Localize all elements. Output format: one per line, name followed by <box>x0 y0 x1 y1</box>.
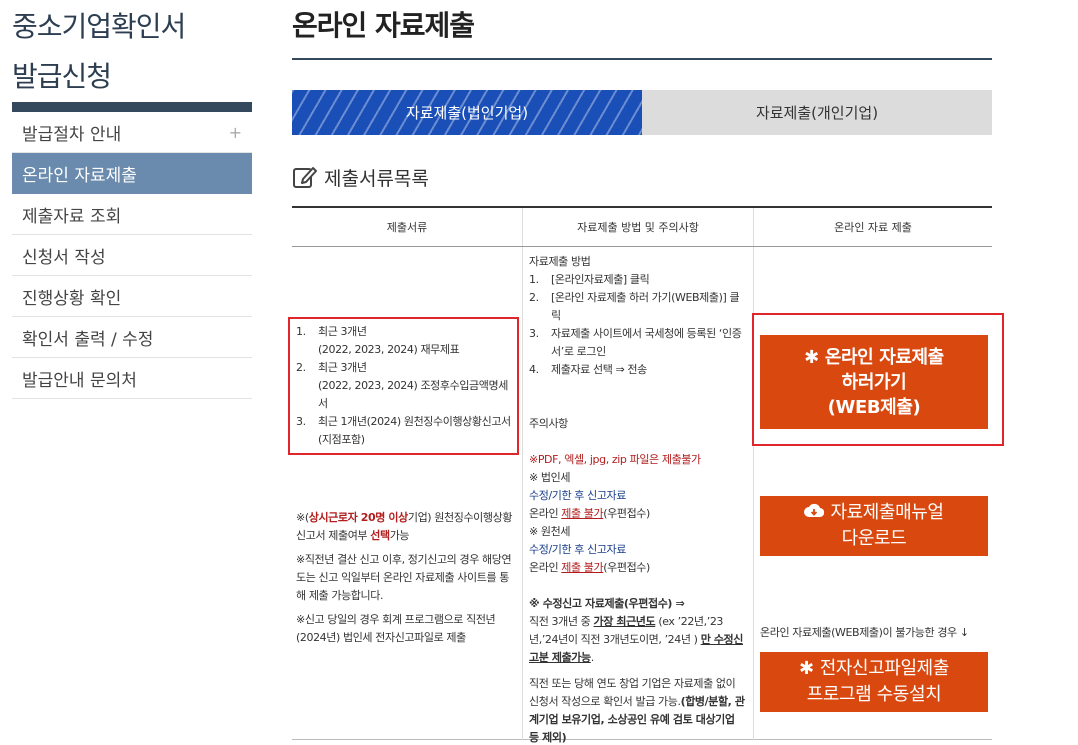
note-filing-day: ※신고 당일의 경우 회계 프로그램으로 직전년(2024년) 법인세 전자신고… <box>296 613 496 644</box>
list-item: 3. 최근 1개년(2024) 원천징수이행상황신고서 (지점포함) <box>296 415 511 446</box>
main-content: 온라인 자료제출 자료제출(법인기업) 자료제출(개인기업) 제출서류목록 제출… <box>288 0 1004 744</box>
table-row: 1. 최근 3개년 (2022, 2023, 2024) 재무제표 2. 최근 3… <box>288 247 1004 744</box>
sidebar-item-contact[interactable]: 발급안내 문의처 <box>12 358 252 399</box>
plus-icon[interactable]: + <box>229 123 242 142</box>
edit-icon <box>293 167 317 188</box>
title-divider <box>292 58 992 60</box>
manual-install-button[interactable]: ✱ 전자신고파일제출 프로그램 수동설치 <box>760 652 988 712</box>
list-item: 1. [온라인자료제출] 클릭 <box>529 273 650 286</box>
section-title: 제출서류목록 <box>324 167 429 190</box>
web-unavailable-note: 온라인 자료제출(WEB제출)이 불가능한 경우 ↓ <box>760 626 969 639</box>
method-heading: 자료제출 방법 <box>529 255 591 268</box>
list-item: 2. [온라인 자료제출 하러 가기(WEB제출)] 클릭 <box>529 291 740 322</box>
table-header: 제출서류 자료제출 방법 및 주의사항 온라인 자료 제출 <box>292 208 992 247</box>
online-unavailable: 온라인 제출 불가(우편접수) <box>529 507 650 520</box>
note-settlement: ※직전년 결산 신고 이후, 정기신고의 경우 해당연도는 신고 익일부터 온라… <box>296 553 512 602</box>
documents-notes: ※(상시근로자 20명 이상기업) 원천징수이행상황신고서 제출여부 선택가능 … <box>296 509 516 647</box>
section-header: 제출서류목록 <box>292 163 992 191</box>
header-method: 자료제출 방법 및 주의사항 <box>522 208 753 246</box>
sidebar: 중소기업확인서 발급신청 발급절차 안내 + 온라인 자료제출 제출자료 조회 … <box>12 0 252 399</box>
header-documents: 제출서류 <box>386 221 428 234</box>
sidebar-title: 중소기업확인서 발급신청 <box>12 10 186 93</box>
online-unavailable: 온라인 제출 불가(우편접수) <box>529 561 650 574</box>
gear-icon: ✱ <box>799 658 814 679</box>
revise-label: 수정/기한 후 신고자료 <box>529 489 626 502</box>
note-employees: ※(상시근로자 20명 이상기업) 원천징수이행상황신고서 제출여부 선택가능 <box>296 511 513 542</box>
tab-corporate[interactable]: 자료제출(법인기업) <box>292 90 642 135</box>
revise-label: 수정/기한 후 신고자료 <box>529 543 626 556</box>
list-item: 2. 최근 3개년 (2022, 2023, 2024) 조정후수입금액명세서 <box>296 361 508 410</box>
sidebar-item-application-write[interactable]: 신청서 작성 <box>12 235 252 276</box>
method-cell: 자료제출 방법 1. [온라인자료제출] 클릭 2. [온라인 자료제출 하러 가기… <box>522 247 753 744</box>
required-documents-list: 1. 최근 3개년 (2022, 2023, 2024) 재무제표 2. 최근 3… <box>288 317 519 455</box>
startup-note: 직전 또는 당해 연도 창업 기업은 자료제출 없이 신청서 작성으로 확인서 … <box>529 677 745 744</box>
tab-individual[interactable]: 자료제출(개인기업) <box>642 90 992 135</box>
documents-cell: 1. 최근 3개년 (2022, 2023, 2024) 재무제표 2. 최근 3… <box>288 247 522 740</box>
web-submit-highlight: ✱ 온라인 자료제출 하러가기 (WEB제출) <box>752 313 1004 446</box>
revise-detail: 직전 3개년 중 가장 최근년도 (ex ’22년,’23년,’24년이 직전 … <box>529 615 743 664</box>
tab-bar: 자료제출(법인기업) 자료제출(개인기업) <box>292 90 992 135</box>
withholding-label: ※ 원천세 <box>529 525 571 538</box>
corp-tax-label: ※ 법인세 <box>529 471 571 484</box>
sidebar-item-print-edit[interactable]: 확인서 출력 / 수정 <box>12 317 252 358</box>
manual-download-button[interactable]: 자료제출매뉴얼 다운로드 <box>760 496 988 556</box>
gear-icon: ✱ <box>804 346 819 368</box>
sidebar-item-online-submit[interactable]: 온라인 자료제출 <box>12 153 252 194</box>
list-item: 4. 제출자료 선택 ⇒ 전송 <box>529 363 647 376</box>
sidebar-divider <box>12 102 252 112</box>
sidebar-item-submission-inquiry[interactable]: 제출자료 조회 <box>12 194 252 235</box>
caution-file-types: ※PDF, 엑셀, jpg, zip 파일은 제출불가 <box>529 453 701 466</box>
cloud-download-icon <box>804 503 825 518</box>
caution-heading: 주의사항 <box>529 417 568 430</box>
sidebar-item-procedure[interactable]: 발급절차 안내 + <box>12 112 252 153</box>
sidebar-menu: 발급절차 안내 + 온라인 자료제출 제출자료 조회 신청서 작성 진행상황 확… <box>12 112 252 399</box>
header-online: 온라인 자료 제출 <box>753 208 992 246</box>
revise-heading: ※ 수정신고 자료제출(우편접수) ⇒ <box>529 597 685 610</box>
list-item: 1. 최근 3개년 (2022, 2023, 2024) 재무제표 <box>296 325 460 356</box>
sidebar-item-progress-check[interactable]: 진행상황 확인 <box>12 276 252 317</box>
document-table: 제출서류 자료제출 방법 및 주의사항 온라인 자료 제출 1. 최근 3개년(… <box>288 206 1004 744</box>
web-submit-button[interactable]: ✱ 온라인 자료제출 하러가기 (WEB제출) <box>760 335 988 429</box>
page-title: 온라인 자료제출 <box>292 9 475 42</box>
online-cell: ✱ 온라인 자료제출 하러가기 (WEB제출) 자료제출매뉴얼 다운로드 온라인 … <box>752 247 1004 740</box>
list-item: 3. 자료제출 사이트에서 국세청에 등록된 ‘인증서’로 로그인 <box>529 327 742 358</box>
